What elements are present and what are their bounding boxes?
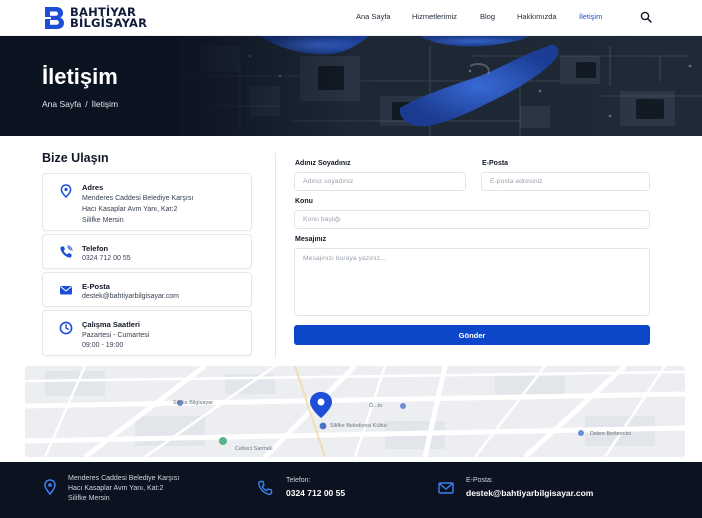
breadcrumb-home[interactable]: Ana Sayfa (42, 99, 81, 109)
map-label-belediye: Silifke Belediyesi Kültür (330, 423, 388, 429)
address-line-3: Silifke Mersin (82, 217, 124, 224)
page-title: İletişim (42, 64, 118, 89)
address-line-1: Menderes Caddesi Belediye Karşısı (82, 195, 194, 202)
email-title: E-Posta (82, 282, 110, 291)
nav-item-hizmetlerimiz[interactable]: Hizmetlerimiz (412, 12, 457, 21)
footer-address-line-3: Silifke Mersin (68, 495, 110, 502)
address-line-2: Hacı Kasaplar Avm Yanı, Kat:2 (82, 206, 178, 213)
footer-email-label: E-Posta: (466, 477, 493, 484)
map-label-cebeci: Cebeci Sarmalı (235, 446, 273, 452)
footer-phone-label: Telefon: (286, 477, 311, 484)
nav-item-blog[interactable]: Blog (480, 12, 495, 21)
message-label: Mesajınız (295, 236, 327, 243)
column-divider (275, 153, 276, 358)
name-field[interactable] (294, 172, 466, 191)
hero-banner: İletişim Ana Sayfa / İletişim (0, 36, 702, 136)
footer-phone-number[interactable]: 0324 712 00 55 (286, 488, 345, 498)
email-label: E-Posta (482, 160, 509, 167)
phone-card: Telefon 0324 712 00 55 (42, 234, 252, 269)
search-icon[interactable] (640, 11, 652, 23)
footer-address-line-1: Menderes Caddesi Belediye Karşısı (68, 475, 180, 482)
breadcrumb-current: İletişim (91, 99, 119, 109)
phone-number[interactable]: 0324 712 00 55 (82, 255, 131, 262)
name-label: Adınız Soyadınız (295, 160, 351, 167)
footer-address-line-2: Hacı Kasaplar Avm Yanı, Kat:2 (68, 485, 164, 492)
breadcrumb: Ana Sayfa / İletişim (42, 99, 118, 109)
mail-icon (60, 286, 72, 295)
map-label-debre: Debre Berbercisi (590, 431, 631, 437)
map-label-oto: Ö...to (369, 403, 383, 409)
hours-title: Çalışma Saatleri (82, 320, 140, 329)
site-footer: Menderes Caddesi Belediye Karşısı Hacı K… (0, 462, 702, 518)
hours-time: 09:00 - 19:00 (82, 342, 124, 349)
submit-button[interactable]: Gönder (294, 325, 650, 345)
map-roads (25, 366, 685, 457)
breadcrumb-separator: / (85, 99, 88, 109)
location-pin-icon (60, 184, 72, 198)
email-field[interactable] (481, 172, 650, 191)
brand-name: BAHTİYAR BİLGİSAYAR (70, 6, 148, 30)
brand-line-2: BİLGİSAYAR (70, 16, 148, 30)
nav-item-ana-sayfa[interactable]: Ana Sayfa (356, 12, 391, 21)
logo-mark-icon (42, 7, 64, 29)
hours-card: Çalışma Saatleri Pazartesi - Cumartesi 0… (42, 310, 252, 356)
nav-item-hakkimizda[interactable]: Hakkımızda (517, 12, 557, 21)
phone-title: Telefon (82, 244, 109, 253)
message-field[interactable] (294, 248, 650, 316)
email-address[interactable]: destek@bahtiyarbilgisayar.com (82, 293, 179, 300)
address-card: Adres Menderes Caddesi Belediye Karşısı … (42, 173, 252, 231)
email-card: E-Posta destek@bahtiyarbilgisayar.com (42, 272, 252, 307)
subject-label: Konu (295, 198, 313, 205)
map-label-bilgisayar: Silifke Bilgisayar (173, 400, 214, 406)
phone-icon (60, 245, 73, 258)
nav-item-iletisim[interactable]: İletişim (579, 12, 602, 21)
location-pin-icon (44, 479, 56, 495)
contact-section-title: Bize Ulaşın (42, 151, 109, 165)
address-title: Adres (82, 183, 104, 192)
phone-icon (257, 480, 273, 496)
hours-days: Pazartesi - Cumartesi (82, 332, 150, 339)
clock-icon (59, 321, 73, 335)
footer-email-address[interactable]: destek@bahtiyarbilgisayar.com (466, 488, 593, 498)
mail-icon (438, 482, 454, 494)
subject-field[interactable] (294, 210, 650, 229)
brand-logo[interactable]: BAHTİYAR BİLGİSAYAR (42, 3, 147, 33)
site-header: BAHTİYAR BİLGİSAYAR Ana Sayfa Hizmetleri… (0, 0, 702, 36)
location-map[interactable]: Silifke Bilgisayar Silifke Belediyesi Kü… (25, 366, 685, 457)
